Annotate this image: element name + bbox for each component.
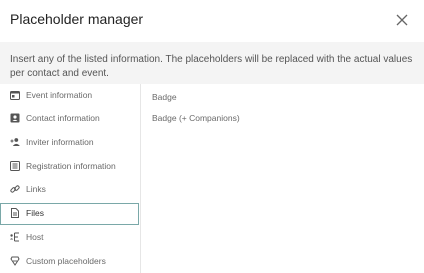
sidebar-item-event-information[interactable]: Event information (0, 85, 139, 106)
sidebar-item-host[interactable]: Host (0, 227, 139, 248)
sidebar-item-contact-information[interactable]: Contact information (0, 108, 139, 129)
sidebar-item-label: Custom placeholders (26, 256, 106, 266)
sidebar-item-inviter-information[interactable]: Inviter information (0, 132, 139, 153)
sidebar-item-files[interactable]: Files (0, 203, 139, 225)
sidebar-item-links[interactable]: Links (0, 179, 139, 200)
sidebar-item-label: Files (26, 208, 44, 218)
person-plus-icon (10, 137, 20, 147)
close-icon[interactable] (394, 12, 410, 28)
sidebar-item-label: Registration information (26, 161, 116, 171)
sidebar-item-label: Host (26, 232, 44, 242)
sidebar-item-registration-information[interactable]: Registration information (0, 156, 139, 177)
host-icon (10, 232, 20, 242)
placeholder-item-badge[interactable]: Badge (152, 92, 177, 102)
dialog-title: Placeholder manager (10, 11, 144, 27)
dialog-description: Insert any of the listed information. Th… (0, 42, 424, 84)
link-icon (10, 184, 20, 194)
sidebar-item-label: Event information (26, 90, 93, 100)
placeholder-list: Badge Badge (+ Companions) (141, 84, 424, 273)
sidebar-item-label: Links (26, 184, 46, 194)
placeholder-category-list: Event information Contact information In… (0, 84, 141, 273)
sidebar-item-label: Contact information (26, 113, 100, 123)
description-text: Insert any of the listed information. Th… (10, 54, 413, 79)
file-icon (10, 208, 20, 218)
sidebar-item-label: Inviter information (26, 137, 94, 147)
dialog-header: Placeholder manager (0, 0, 424, 42)
sidebar-item-custom-placeholders[interactable]: Custom placeholders (0, 251, 139, 272)
contact-card-icon (10, 113, 20, 123)
form-list-icon (10, 161, 20, 171)
custom-placeholder-icon (10, 256, 20, 266)
calendar-icon (10, 90, 20, 100)
placeholder-item-badge-companions[interactable]: Badge (+ Companions) (152, 113, 240, 123)
